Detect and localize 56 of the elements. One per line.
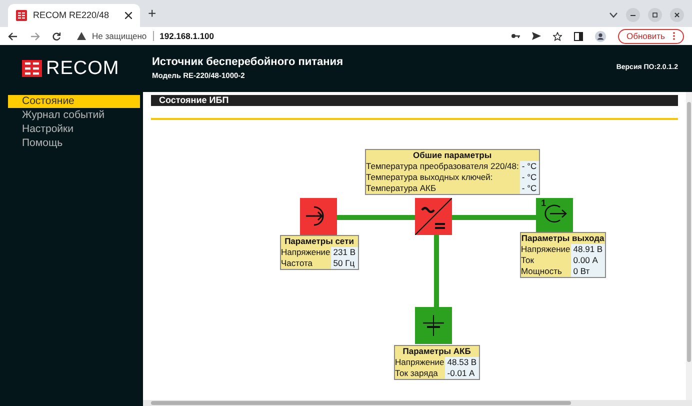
forward-icon[interactable]	[30, 32, 40, 40]
table-title: Обшие параметры	[412, 150, 493, 160]
parameter-value: 231 В	[331, 246, 358, 258]
scrollbar[interactable]	[143, 400, 692, 406]
output-number: 1	[541, 198, 546, 208]
star-icon[interactable]	[552, 32, 562, 40]
scrollbar[interactable]	[686, 92, 692, 400]
parameter-label: Частота	[281, 258, 314, 268]
minimize-icon[interactable]	[626, 8, 640, 22]
table-title: Параметры АКБ	[402, 346, 472, 356]
parameter-value: -0.01 А	[445, 368, 479, 378]
parameter-label: Напряжение	[521, 244, 572, 254]
reload-icon[interactable]	[52, 32, 61, 40]
nav-item[interactable]: Помощь	[8, 136, 140, 150]
nav-item[interactable]: Журнал событий	[8, 108, 140, 122]
back-icon[interactable]	[8, 32, 18, 40]
parameter-value: 0 Вт	[571, 266, 605, 276]
table-title: Параметры выхода	[521, 232, 605, 244]
logo-text: RECOM	[46, 59, 120, 78]
browser-tab[interactable]: RECOM RE220/48	[8, 4, 140, 27]
logo-icon	[16, 10, 27, 21]
logo-icon	[22, 60, 42, 77]
parameter-value: 48.53 В	[445, 356, 479, 368]
parameter-value: - °C	[520, 182, 539, 194]
tab-title: RECOM RE220/48	[33, 8, 110, 22]
panel-header: Состояние ИБП	[151, 95, 678, 106]
parameter-value: 50 Гц	[331, 258, 358, 268]
parameter-value: - °C	[520, 160, 539, 172]
parameter-value: 0.00 А	[571, 254, 605, 266]
parameter-label: Температура преобразователя 220/48:	[366, 160, 520, 172]
parameter-label: Температура выходных ключей:	[366, 172, 494, 182]
security-label[interactable]: Не защищено	[92, 30, 147, 42]
parameter-label: Напряжение	[395, 356, 446, 368]
key-icon[interactable]	[510, 33, 520, 39]
dropdown-icon[interactable]	[609, 12, 618, 18]
parameter-label: Ток	[521, 254, 535, 266]
parameter-value: 48.91 В	[571, 244, 605, 254]
close-icon[interactable]	[125, 12, 132, 19]
parameter-label: Ток заряда	[395, 368, 439, 378]
table-title: Параметры сети	[284, 236, 355, 246]
restore-icon[interactable]	[648, 8, 662, 22]
sidebar-icon[interactable]	[574, 32, 582, 40]
update-button[interactable]: Обновить	[618, 28, 684, 44]
nav-item[interactable]: Настройки	[8, 122, 140, 136]
close-icon[interactable]	[670, 8, 684, 22]
parameter-value: - °C	[520, 172, 539, 182]
warning-icon[interactable]	[77, 32, 86, 40]
page-title: Источник бесперебойного питания	[152, 56, 343, 70]
nav-item[interactable]: Состояние	[8, 95, 140, 108]
send-icon[interactable]	[532, 32, 540, 40]
profile-icon[interactable]	[594, 30, 606, 42]
parameter-label: Мощность	[521, 266, 563, 276]
parameter-label: Напряжение	[281, 246, 332, 258]
address-field[interactable]: 192.168.1.100	[160, 30, 214, 42]
new-tab-button[interactable]: +	[148, 3, 156, 24]
parameter-label: Температура АКБ	[366, 182, 438, 194]
